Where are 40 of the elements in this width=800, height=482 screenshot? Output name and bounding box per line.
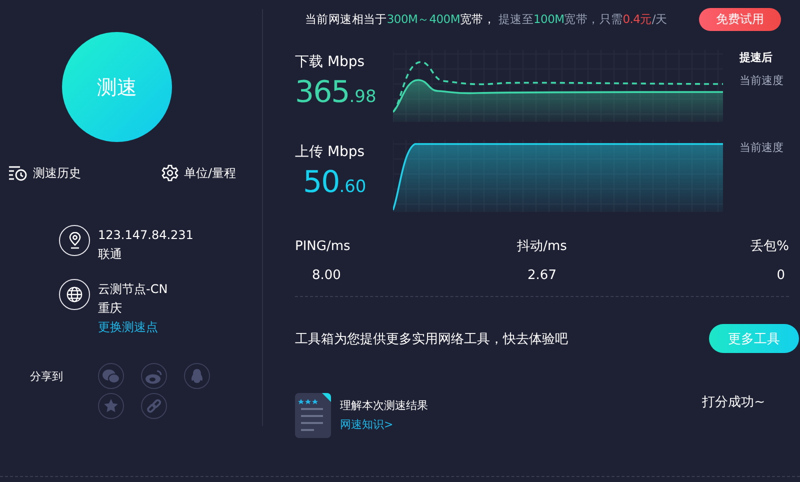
stat-label: 抖动/ms bbox=[517, 238, 567, 255]
speed-value: 365.98 bbox=[295, 75, 378, 110]
location-pin-icon bbox=[68, 232, 82, 249]
node-name: 云测节点-CN bbox=[98, 281, 168, 297]
stat-label: PING/ms bbox=[295, 238, 350, 255]
settings-icon bbox=[160, 164, 179, 182]
history-button[interactable]: 测速历史 bbox=[8, 164, 81, 182]
chart-label: 下载 Mbps bbox=[295, 53, 366, 71]
legend-label: 当前速度 bbox=[739, 73, 784, 88]
change-node-link[interactable]: 更换测速点 bbox=[98, 319, 168, 335]
qq-share-button[interactable] bbox=[184, 363, 210, 389]
favorite-share-button[interactable] bbox=[98, 393, 124, 419]
legend-label: 当前速度 bbox=[739, 140, 784, 155]
share-label: 分享到 bbox=[30, 368, 64, 384]
toolbox-text: 工具箱为您提供更多实用网络工具，快去体验吧 bbox=[295, 330, 568, 348]
isp-name: 联通 bbox=[98, 246, 123, 262]
speed-value: 50.60 bbox=[302, 165, 368, 200]
speed-knowledge-link[interactable]: 网速知识> bbox=[340, 417, 428, 432]
star-icon bbox=[103, 398, 119, 414]
link-icon bbox=[146, 398, 162, 414]
history-icon bbox=[8, 165, 28, 181]
rating-status: 打分成功~ bbox=[702, 394, 765, 411]
penguin-icon bbox=[190, 368, 204, 384]
stat-value: 8.00 bbox=[312, 267, 341, 284]
stat-value: 0 bbox=[776, 267, 785, 284]
stat-value: 2.67 bbox=[528, 267, 556, 284]
promo-text: 当前网速相当于300M～400M宽带， 提速至100M宽带，只需0.4元/天 bbox=[305, 12, 668, 26]
stat-label: 丢包% bbox=[750, 238, 789, 255]
weibo-share-button[interactable] bbox=[141, 363, 167, 389]
wechat-share-button[interactable] bbox=[98, 363, 124, 389]
chat-bubbles-icon bbox=[102, 368, 120, 384]
ip-address: 123.147.84.231 bbox=[98, 227, 194, 243]
knowledge-title: 理解本次测速结果 bbox=[340, 398, 428, 413]
swirl-logo-icon bbox=[145, 368, 163, 384]
node-city: 重庆 bbox=[98, 300, 123, 316]
unit-settings-button[interactable]: 单位/量程 bbox=[160, 164, 236, 182]
legend-label: 提速后 bbox=[739, 50, 774, 65]
chart-label: 上传 Mbps bbox=[295, 143, 366, 161]
globe-icon bbox=[66, 286, 83, 303]
copy-link-button[interactable] bbox=[141, 393, 167, 419]
